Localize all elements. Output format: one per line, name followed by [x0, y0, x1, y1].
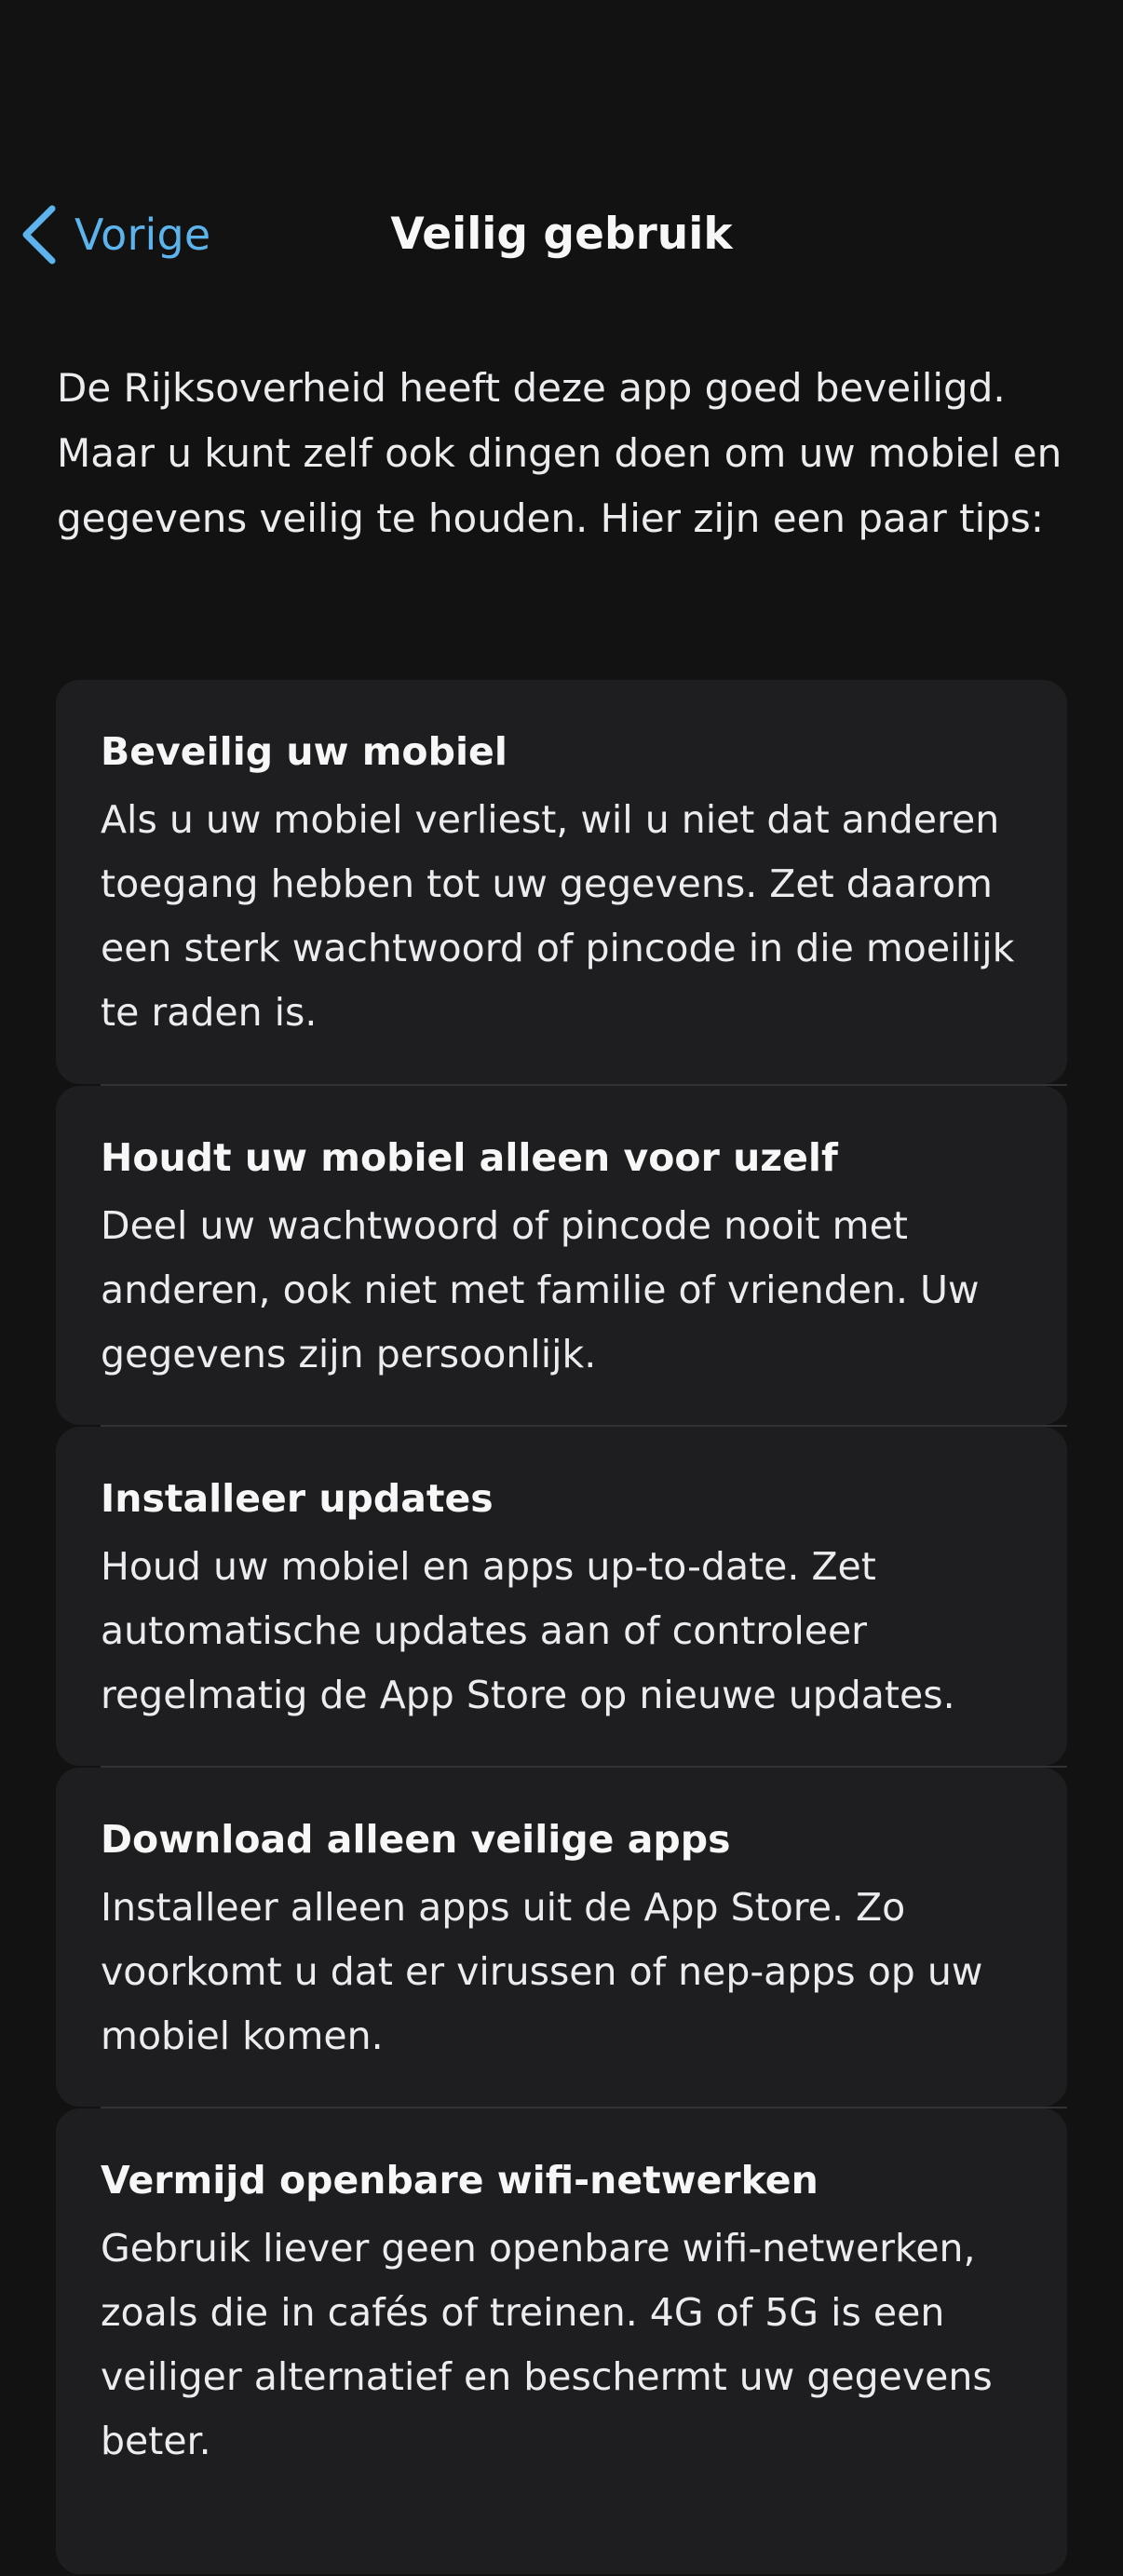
- tip-card-avoid-public-wifi: Vermijd openbare wifi-netwerken Gebruik …: [56, 2107, 1067, 2574]
- tip-card-keep-private: Houdt uw mobiel alleen voor uzelf Deel u…: [56, 1084, 1067, 1425]
- tip-text: Deel uw wachtwoord of pincode nooit met …: [101, 1203, 980, 1376]
- tip-text: Installeer alleen apps uit de App Store.…: [101, 1885, 983, 2058]
- tip-card-safe-apps: Download alleen veilige apps Installeer …: [56, 1766, 1067, 2107]
- tip-card-install-updates: Installeer updates Houd uw mobiel en app…: [56, 1425, 1067, 1766]
- tip-text: Als u uw mobiel verliest, wil u niet dat…: [101, 797, 1015, 1035]
- tip-title: Beveilig uw mobiel: [101, 729, 507, 774]
- page-title: Veilig gebruik: [390, 209, 733, 260]
- tip-card-secure-phone: Beveilig uw mobiel Als u uw mobiel verli…: [56, 680, 1067, 1084]
- navigation-bar: Vorige Veilig gebruik: [0, 177, 1123, 289]
- tip-title: Houdt uw mobiel alleen voor uzelf: [101, 1135, 838, 1180]
- intro-text: De Rijksoverheid heeft deze app goed bev…: [57, 365, 1062, 541]
- tip-title: Vermijd openbare wifi-netwerken: [101, 2158, 819, 2203]
- tip-text: Gebruik liever geen openbare wifi-netwer…: [101, 2226, 993, 2463]
- status-bar: [0, 0, 1123, 168]
- tips-list: Beveilig uw mobiel Als u uw mobiel verli…: [56, 680, 1067, 2576]
- tip-text: Houd uw mobiel en apps up-to-date. Zet a…: [101, 1544, 955, 1717]
- tip-title: Installeer updates: [101, 1476, 494, 1521]
- tip-title: Download alleen veilige apps: [101, 1817, 731, 1862]
